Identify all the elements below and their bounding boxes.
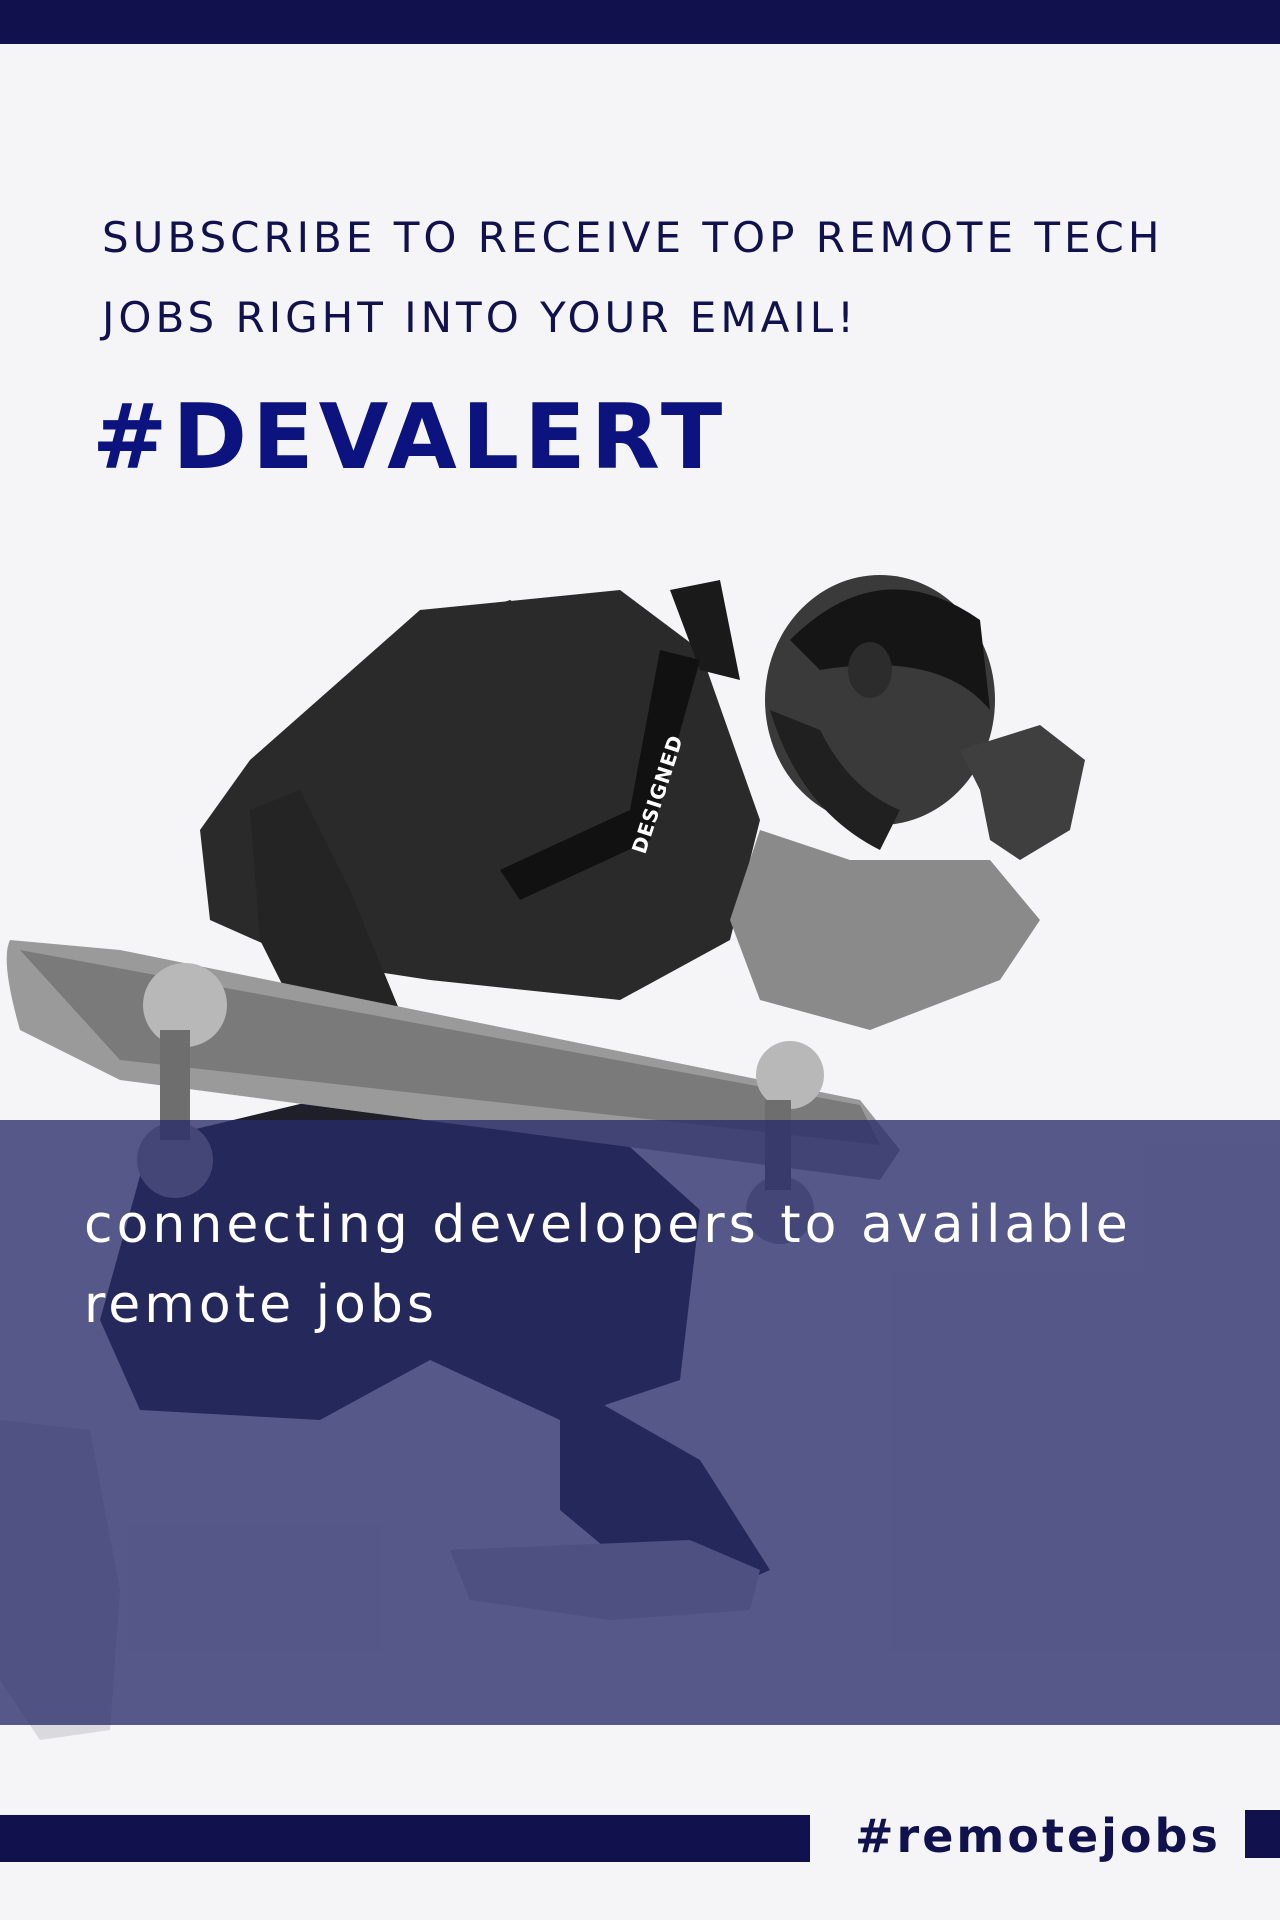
wheel xyxy=(756,1041,824,1109)
raised-hand xyxy=(960,725,1085,860)
remotejobs-hashtag: #remotejobs xyxy=(855,1809,1221,1863)
bottom-bar xyxy=(0,1815,810,1862)
subscribe-heading: SUBSCRIBE TO RECEIVE TOP REMOTE TECH JOB… xyxy=(102,213,1164,342)
devalert-title: #DEVALERT xyxy=(92,385,728,490)
shirt-sleeve xyxy=(730,830,1040,1030)
tagline: connecting developers to available remot… xyxy=(84,1195,1132,1335)
corner-square xyxy=(1245,1810,1280,1858)
top-bar xyxy=(0,0,1280,44)
